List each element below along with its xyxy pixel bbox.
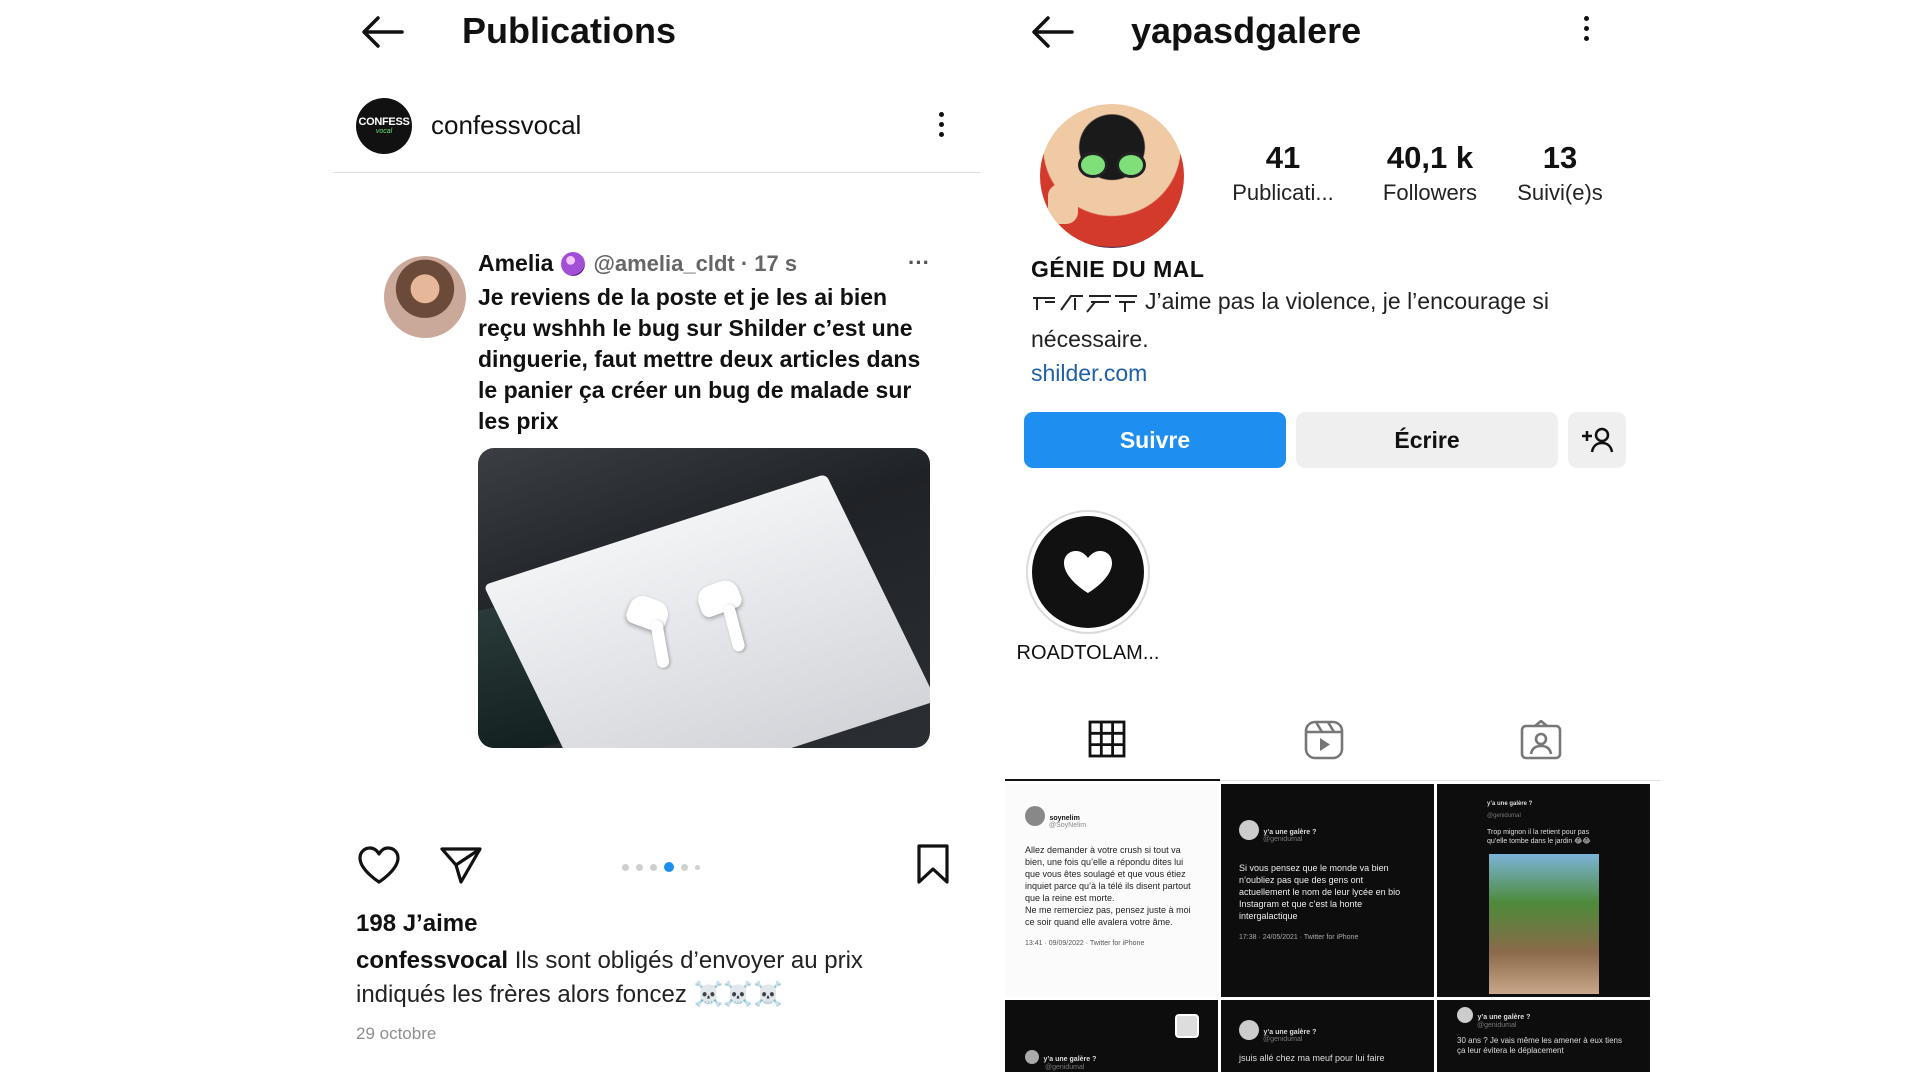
tweet-handle-time: @amelia_cldt · 17 s [593,250,798,276]
multi-photo-icon [1175,1014,1199,1038]
mini-avatar [1025,1049,1039,1064]
grid-icon[interactable] [1088,720,1126,763]
tweet-author-avatar [384,256,466,338]
post-date: 29 octobre [356,1024,437,1043]
grid-post-5[interactable]: y’a une galère ? @genidumal jsuis allé c… [1221,1000,1434,1072]
tweet-more-icon: ··· [908,250,930,275]
page-title: Publications [462,10,677,51]
bio-text-line2: nécessaire. [1031,326,1149,352]
mini-avatar [1457,1006,1473,1023]
account-avatar[interactable]: CONFESS vocal [356,98,412,154]
account-username[interactable]: confessvocal [431,110,581,141]
stat-following[interactable]: 13 Suivi(e)s [1500,140,1620,206]
profile-username: yapasdgalere [1131,10,1362,51]
mini-avatar [1025,806,1045,826]
message-button[interactable]: Écrire [1296,412,1558,468]
active-tab-indicator [1005,779,1220,781]
bio-emoji-art [1031,288,1139,319]
grid-post-6[interactable]: y’a une galère ? @genidumal 30 ans ? Je … [1437,1000,1650,1072]
post-detail-screen: Publications CONFESS vocal confessvocal … [330,0,980,1080]
add-person-icon [1582,427,1614,453]
back-arrow-icon[interactable] [360,14,404,50]
tweet-photo [478,448,930,748]
tab-divider [1220,780,1660,781]
stat-followers[interactable]: 40,1 k Followers [1360,140,1500,206]
reels-icon[interactable] [1304,720,1344,765]
grid-photo [1489,854,1599,994]
peace-hand [1048,184,1078,224]
heart-filled-icon [1064,551,1112,593]
grid-post-3[interactable]: y’a une galère ? @genidumal Trop mignon … [1437,784,1650,997]
tweet-author-name: Amelia [478,250,554,276]
share-icon[interactable] [439,845,483,890]
carousel-indicator [622,862,700,872]
caption-username[interactable]: confessvocal [356,947,508,974]
tagged-icon[interactable] [1520,719,1562,765]
story-highlight[interactable] [1026,510,1150,634]
crystal-ball-icon [561,251,586,276]
highlight-label: ROADTOLAM... [1016,642,1160,664]
add-person-button[interactable] [1568,412,1626,468]
bookmark-icon[interactable] [915,843,951,890]
tweet-text: Je reviens de la poste et je les ai bien… [478,284,921,434]
more-options-icon[interactable] [1584,16,1589,41]
back-arrow-icon[interactable] [1030,14,1074,50]
mini-avatar [1239,1020,1259,1040]
grid-post-4[interactable]: y’a une galère ? @genidumal [1005,1000,1218,1072]
bio-link[interactable]: shilder.com [1031,360,1147,387]
divider [333,172,980,173]
mini-avatar [1239,820,1259,840]
post-caption: confessvocal Ils sont obligés d’envoyer … [356,944,916,1012]
goggles-left [1078,152,1108,178]
heart-icon[interactable] [357,845,401,890]
bio-name: GÉNIE DU MAL [1031,256,1205,282]
more-options-icon[interactable] [939,112,944,137]
profile-screen: yapasdgalere 41 Publicati... 40,1 k Foll… [1000,0,1660,1080]
tweet-header: Amelia @amelia_cldt · 17 s [478,250,797,277]
profile-avatar[interactable] [1040,104,1184,248]
follow-button[interactable]: Suivre [1024,412,1286,468]
likes-count[interactable]: 198 J’aime [356,910,477,938]
bio-text-line1: J’aime pas la violence, je l’encourage s… [1145,288,1549,314]
grid-post-2[interactable]: y’a une galère ? @genidumal Si vous pens… [1221,784,1434,997]
goggles-right [1116,152,1146,178]
stat-posts[interactable]: 41 Publicati... [1218,140,1348,206]
grid-post-1[interactable]: soynelim @SoyNelim Allez demander à votr… [1005,784,1218,997]
